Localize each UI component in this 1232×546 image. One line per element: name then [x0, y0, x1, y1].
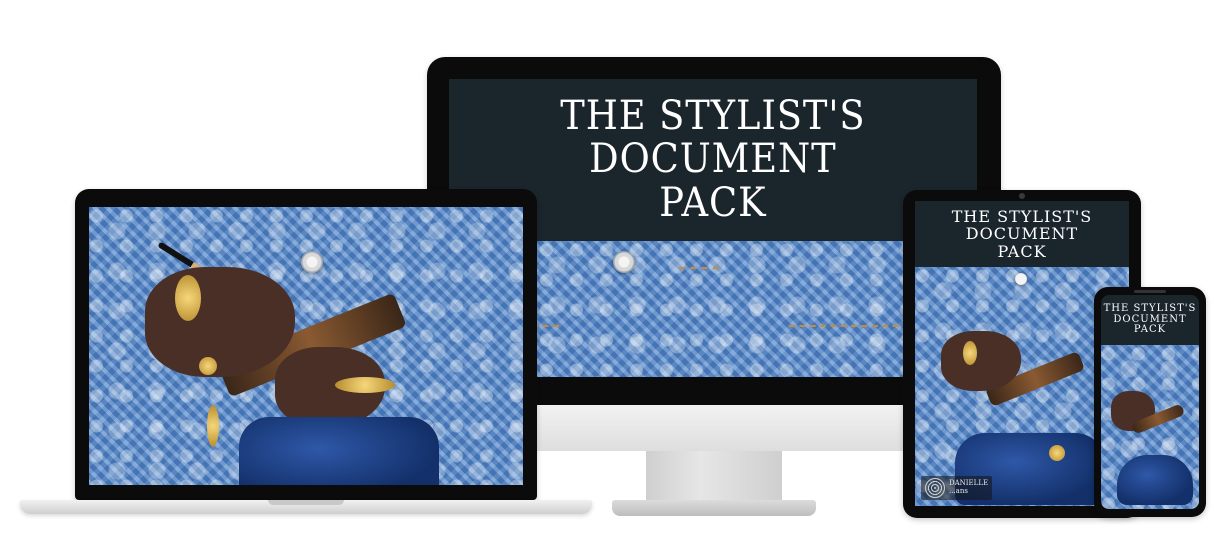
monitor-title-line-2: DOCUMENT: [589, 136, 837, 183]
monitor-title-line-3: PACK: [659, 179, 767, 226]
phone-title-line-3: PACK: [1133, 324, 1167, 336]
monitor-title-line-1: THE STYLIST'S: [560, 93, 866, 140]
gold-tag-image: [1049, 445, 1065, 461]
blue-bag-image: [1117, 455, 1193, 505]
phone-title: THE STYLIST'S DOCUMENT PACK: [1103, 302, 1197, 336]
brand-logo-line-2: ...ans: [949, 487, 968, 495]
gold-chain-image: [207, 405, 219, 447]
gold-ring-image: [335, 377, 395, 393]
device-mockup-scene: THE STYLIST'S DOCUMENT PACK THE STYLIST'…: [0, 0, 1232, 546]
monitor-stand-neck: [646, 451, 782, 503]
smartphone: THE STYLIST'S DOCUMENT PACK: [1094, 287, 1206, 517]
monitor-stand-base: [612, 500, 816, 516]
laptop: [75, 189, 537, 500]
jacket-button: [301, 251, 323, 273]
pocket-stitch-right: [789, 325, 909, 327]
hand-image: [145, 267, 295, 377]
laptop-screen: [89, 207, 523, 485]
jacket-button: [1015, 273, 1027, 285]
laptop-notch: [268, 500, 344, 505]
logo-icon: [925, 478, 945, 498]
gold-ring-image: [175, 275, 201, 321]
gold-ring-image: [963, 341, 977, 365]
tablet-title-line-2: DOCUMENT: [965, 224, 1079, 244]
tablet-title-panel: THE STYLIST'S DOCUMENT PACK: [915, 201, 1129, 267]
tablet-title: THE STYLIST'S DOCUMENT PACK: [952, 208, 1093, 260]
gold-ring-image: [199, 357, 217, 375]
brand-logo: DANIELLE ...ans: [921, 476, 993, 500]
blue-bag-image: [239, 417, 439, 485]
phone-title-panel: THE STYLIST'S DOCUMENT PACK: [1101, 295, 1199, 345]
phone-title-line-1: THE STYLIST'S: [1103, 302, 1197, 314]
tablet-title-line-1: THE STYLIST'S: [951, 207, 1093, 227]
stitch-detail: [679, 267, 719, 269]
speaker-icon: [1134, 290, 1166, 293]
phone-screen: THE STYLIST'S DOCUMENT PACK: [1101, 295, 1199, 509]
tablet-title-line-3: PACK: [997, 241, 1047, 261]
hand-image: [941, 331, 1021, 391]
camera-icon: [1019, 193, 1025, 199]
jacket-button: [613, 251, 635, 273]
monitor-title: THE STYLIST'S DOCUMENT PACK: [560, 95, 865, 225]
